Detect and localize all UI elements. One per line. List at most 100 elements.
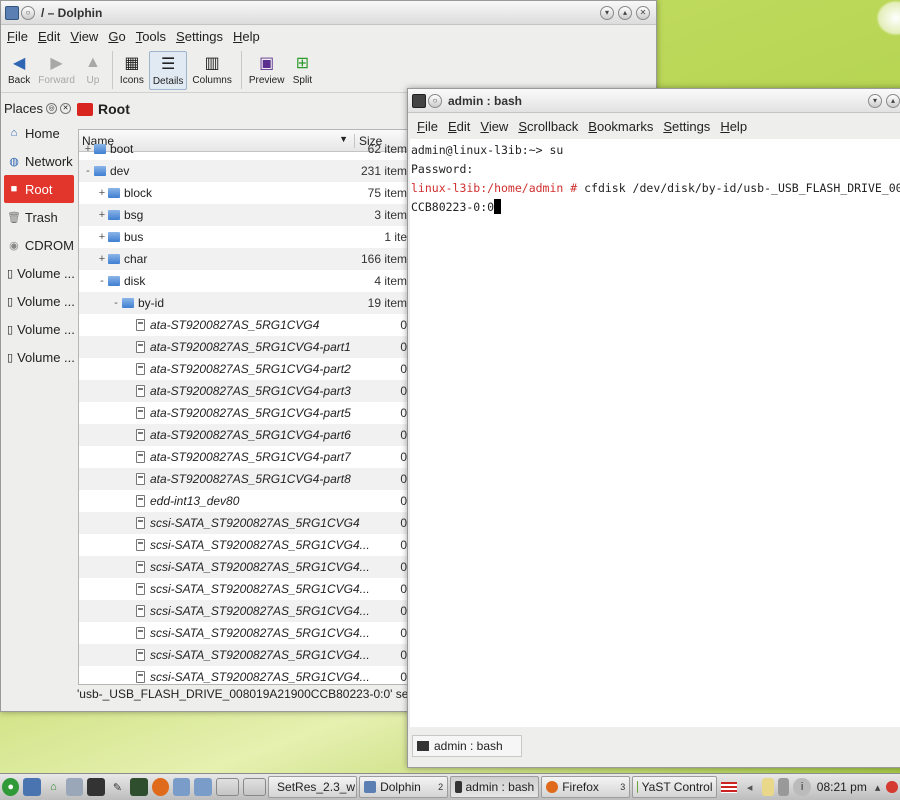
panel-toolbox-icon[interactable] bbox=[886, 781, 899, 793]
place-cdrom[interactable]: ◉ CDROM bbox=[4, 231, 74, 259]
float-panel-icon[interactable]: ◎ bbox=[46, 102, 58, 114]
tree-row[interactable]: ata-ST9200827AS_5RG1CVG4-part3 0 bbox=[79, 380, 407, 402]
up-button[interactable]: ▲ Up bbox=[80, 51, 106, 88]
menu-settings[interactable]: Settings bbox=[663, 119, 710, 134]
tree-row[interactable]: + boot 62 item bbox=[79, 138, 407, 160]
text-editor-icon[interactable]: ✎ bbox=[109, 778, 126, 796]
split-button[interactable]: ⊞ Split bbox=[289, 51, 315, 88]
maximize-button[interactable]: ▴ bbox=[618, 5, 632, 20]
terminal-tab[interactable]: admin : bash bbox=[412, 735, 522, 757]
menu-help[interactable]: Help bbox=[233, 29, 260, 44]
menu-settings[interactable]: Settings bbox=[176, 29, 223, 44]
expander-toggle[interactable]: + bbox=[96, 187, 108, 199]
expander-toggle[interactable]: - bbox=[110, 297, 122, 309]
menu-tools[interactable]: Tools bbox=[136, 29, 166, 44]
icons-view-button[interactable]: ▦ Icons bbox=[117, 51, 147, 88]
menu-edit[interactable]: Edit bbox=[38, 29, 60, 44]
tree-row[interactable]: scsi-SATA_ST9200827AS_5RG1CVG4... 0 bbox=[79, 600, 407, 622]
minimize-button[interactable]: ▾ bbox=[600, 5, 614, 20]
place-home[interactable]: ⌂ Home bbox=[4, 119, 74, 147]
tree-row[interactable]: scsi-SATA_ST9200827AS_5RG1CVG4... 0 bbox=[79, 666, 407, 684]
info-icon[interactable]: i bbox=[793, 778, 811, 796]
volume-icon[interactable]: ◂ bbox=[741, 778, 758, 796]
menu-file[interactable]: File bbox=[417, 119, 438, 134]
chevron-up-icon[interactable]: ▴ bbox=[873, 778, 883, 796]
drive-icon[interactable] bbox=[194, 778, 212, 796]
expander-toggle[interactable]: - bbox=[96, 275, 108, 287]
expander-toggle[interactable]: + bbox=[82, 143, 94, 155]
forward-button[interactable]: ▶ Forward bbox=[35, 51, 78, 88]
tree-row[interactable]: ata-ST9200827AS_5RG1CVG4-part5 0 bbox=[79, 402, 407, 424]
expander-toggle[interactable]: + bbox=[96, 253, 108, 265]
tree-row[interactable]: + bsg 3 item bbox=[79, 204, 407, 226]
minimize-button[interactable]: ▾ bbox=[868, 93, 882, 108]
preview-button[interactable]: ▣ Preview bbox=[246, 51, 288, 88]
task-dolphin[interactable]: Dolphin 2 bbox=[359, 776, 449, 798]
tree-row[interactable]: scsi-SATA_ST9200827AS_5RG1CVG4 0 bbox=[79, 512, 407, 534]
task-firefox[interactable]: Firefox 3 bbox=[541, 776, 631, 798]
back-button[interactable]: ◀ Back bbox=[5, 51, 33, 88]
tree-row[interactable]: scsi-SATA_ST9200827AS_5RG1CVG4... 0 bbox=[79, 644, 407, 666]
tree-row[interactable]: ata-ST9200827AS_5RG1CVG4-part7 0 bbox=[79, 446, 407, 468]
menu-view[interactable]: View bbox=[70, 29, 98, 44]
place-network[interactable]: ◍ Network bbox=[4, 147, 74, 175]
place-volume-1[interactable]: ▯ Volume ... bbox=[4, 259, 74, 287]
dolphin-app-icon[interactable] bbox=[5, 5, 19, 20]
system-monitor-icon[interactable] bbox=[130, 778, 148, 796]
tree-row[interactable]: + char 166 item bbox=[79, 248, 407, 270]
menu-bookmarks[interactable]: Bookmarks bbox=[588, 119, 653, 134]
tree-row[interactable]: ata-ST9200827AS_5RG1CVG4-part6 0 bbox=[79, 424, 407, 446]
drive-icon[interactable] bbox=[66, 778, 84, 796]
menu-go[interactable]: Go bbox=[108, 29, 125, 44]
tree-row[interactable]: + bus 1 ite bbox=[79, 226, 407, 248]
tree-row[interactable]: - by-id 19 item bbox=[79, 292, 407, 314]
place-root[interactable]: ■ Root bbox=[4, 175, 74, 203]
dolphin-titlebar[interactable]: ○ / – Dolphin ▾ ▴ ✕ bbox=[1, 1, 656, 25]
clock[interactable]: 08:21 pm bbox=[817, 780, 867, 794]
tree-row[interactable]: ata-ST9200827AS_5RG1CVG4 0 bbox=[79, 314, 407, 336]
konsole-app-icon[interactable] bbox=[412, 93, 426, 108]
pager-icon[interactable] bbox=[242, 778, 267, 796]
task-yast[interactable]: YaST Control bbox=[632, 776, 718, 798]
network-icon[interactable] bbox=[777, 778, 790, 796]
tree-row[interactable]: ata-ST9200827AS_5RG1CVG4-part8 0 bbox=[79, 468, 407, 490]
terminal-icon[interactable] bbox=[87, 778, 105, 796]
pin-icon[interactable]: ○ bbox=[21, 5, 35, 20]
show-desktop-icon[interactable] bbox=[23, 778, 41, 796]
tree-row[interactable]: scsi-SATA_ST9200827AS_5RG1CVG4... 0 bbox=[79, 622, 407, 644]
menu-view[interactable]: View bbox=[480, 119, 508, 134]
tree-row[interactable]: - disk 4 item bbox=[79, 270, 407, 292]
drive-icon[interactable] bbox=[172, 778, 191, 796]
terminal-output[interactable]: admin@linux-l3ib:~> su Password: linux-l… bbox=[410, 139, 900, 727]
clipboard-icon[interactable] bbox=[762, 778, 774, 796]
kickoff-menu-icon[interactable]: ● bbox=[2, 778, 20, 796]
place-trash[interactable]: 🗑 Trash bbox=[4, 203, 74, 231]
expander-toggle[interactable]: - bbox=[82, 165, 94, 177]
maximize-button[interactable]: ▴ bbox=[886, 93, 900, 108]
menu-scrollback[interactable]: Scrollback bbox=[518, 119, 578, 134]
columns-view-button[interactable]: ▥ Columns bbox=[189, 51, 234, 88]
tree-row[interactable]: scsi-SATA_ST9200827AS_5RG1CVG4... 0 bbox=[79, 534, 407, 556]
place-volume-3[interactable]: ▯ Volume ... bbox=[4, 315, 74, 343]
expander-toggle[interactable]: + bbox=[96, 209, 108, 221]
pin-icon[interactable]: ○ bbox=[428, 93, 442, 108]
tree-row[interactable]: ata-ST9200827AS_5RG1CVG4-part2 0 bbox=[79, 358, 407, 380]
firefox-icon[interactable] bbox=[151, 778, 169, 796]
pager-icon[interactable] bbox=[215, 778, 239, 796]
tree-row[interactable]: scsi-SATA_ST9200827AS_5RG1CVG4... 0 bbox=[79, 556, 407, 578]
menu-help[interactable]: Help bbox=[720, 119, 747, 134]
breadcrumb[interactable]: Root bbox=[77, 101, 130, 117]
tree-row[interactable]: + block 75 item bbox=[79, 182, 407, 204]
place-volume-4[interactable]: ▯ Volume ... bbox=[4, 343, 74, 371]
tree-row[interactable]: scsi-SATA_ST9200827AS_5RG1CVG4... 0 bbox=[79, 578, 407, 600]
menu-edit[interactable]: Edit bbox=[448, 119, 470, 134]
keyboard-layout-flag-icon[interactable] bbox=[721, 781, 737, 793]
task-setres[interactable]: SetRes_2.3_w bbox=[268, 776, 358, 798]
details-view-button[interactable]: ☰ Details bbox=[148, 51, 188, 90]
menu-file[interactable]: File bbox=[7, 29, 28, 44]
home-icon[interactable]: ⌂ bbox=[45, 778, 62, 796]
close-panel-icon[interactable]: ✕ bbox=[60, 102, 72, 114]
expander-toggle[interactable]: + bbox=[96, 231, 108, 243]
close-button[interactable]: ✕ bbox=[636, 5, 650, 20]
task-konsole[interactable]: admin : bash bbox=[450, 776, 540, 798]
